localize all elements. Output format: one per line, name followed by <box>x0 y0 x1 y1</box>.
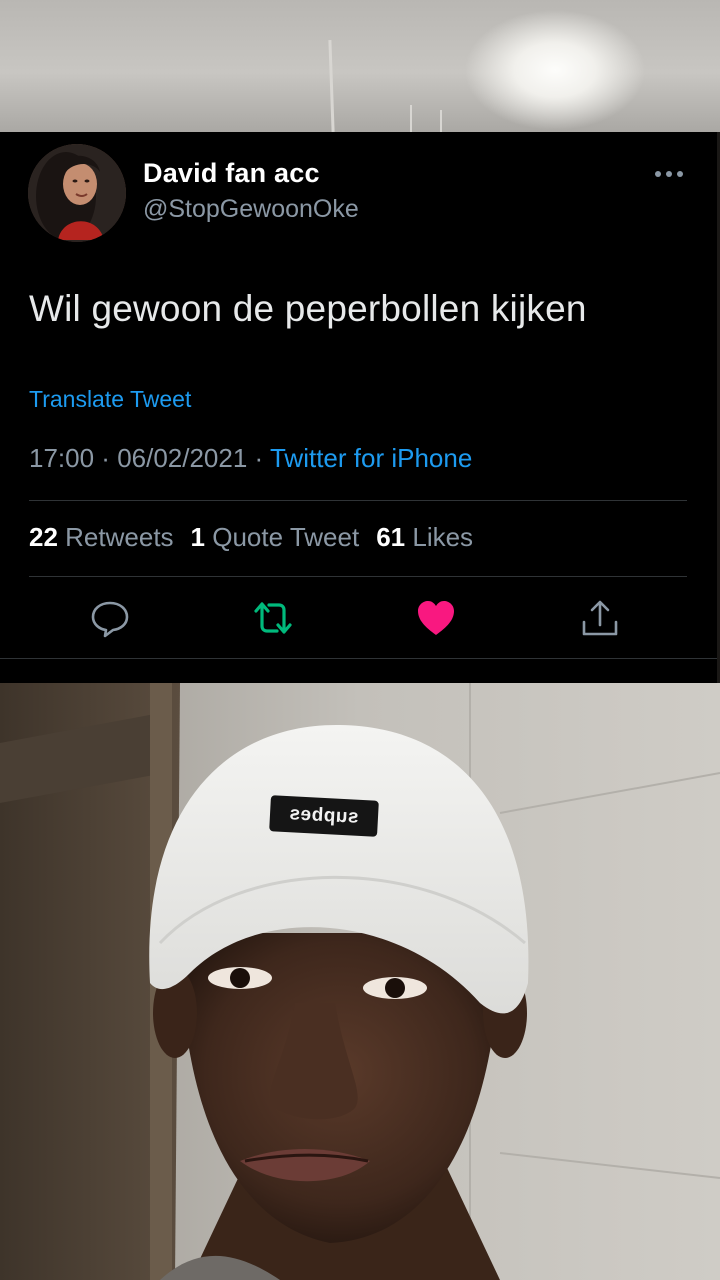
tweet-time: 17:00 <box>29 443 95 473</box>
tweet-card-footer <box>0 658 717 684</box>
tweet-source-link[interactable]: Twitter for iPhone <box>270 443 472 473</box>
tweet-timestamp: 17:00 · 06/02/2021 · Twitter for iPhone <box>29 443 472 474</box>
heart-filled-icon[interactable] <box>416 598 456 638</box>
quote-tweets-stat[interactable]: 1 Quote Tweet <box>191 522 360 552</box>
tweet-stats: 22 Retweets 1 Quote Tweet 61 Likes <box>29 522 473 553</box>
meta-separator: · <box>247 443 270 473</box>
likes-stat[interactable]: 61 Likes <box>376 522 473 552</box>
user-handle[interactable]: @StopGewoonOke <box>143 195 359 224</box>
display-name[interactable]: David fan acc <box>143 158 320 189</box>
selfie-photo: supbes <box>0 683 720 1280</box>
meta-separator: · <box>94 443 118 473</box>
translate-tweet-link[interactable]: Translate Tweet <box>29 386 191 413</box>
tweet-card: David fan acc @StopGewoonOke Wil gewoon … <box>0 132 717 658</box>
share-icon[interactable] <box>580 598 620 638</box>
divider <box>29 576 687 577</box>
screen: David fan acc @StopGewoonOke Wil gewoon … <box>0 0 720 1280</box>
tweet-text: Wil gewoon de peperbollen kijken <box>29 288 587 329</box>
ceiling-photo <box>0 0 720 133</box>
beanie-logo: supbes <box>269 795 379 837</box>
reply-bubble-icon[interactable] <box>90 598 130 638</box>
retweets-stat[interactable]: 22 Retweets <box>29 522 174 552</box>
divider <box>29 500 687 501</box>
tweet-date: 06/02/2021 <box>117 443 248 473</box>
more-horizontal-icon[interactable] <box>652 162 688 186</box>
retweet-icon[interactable] <box>253 598 293 638</box>
avatar[interactable] <box>28 144 126 242</box>
